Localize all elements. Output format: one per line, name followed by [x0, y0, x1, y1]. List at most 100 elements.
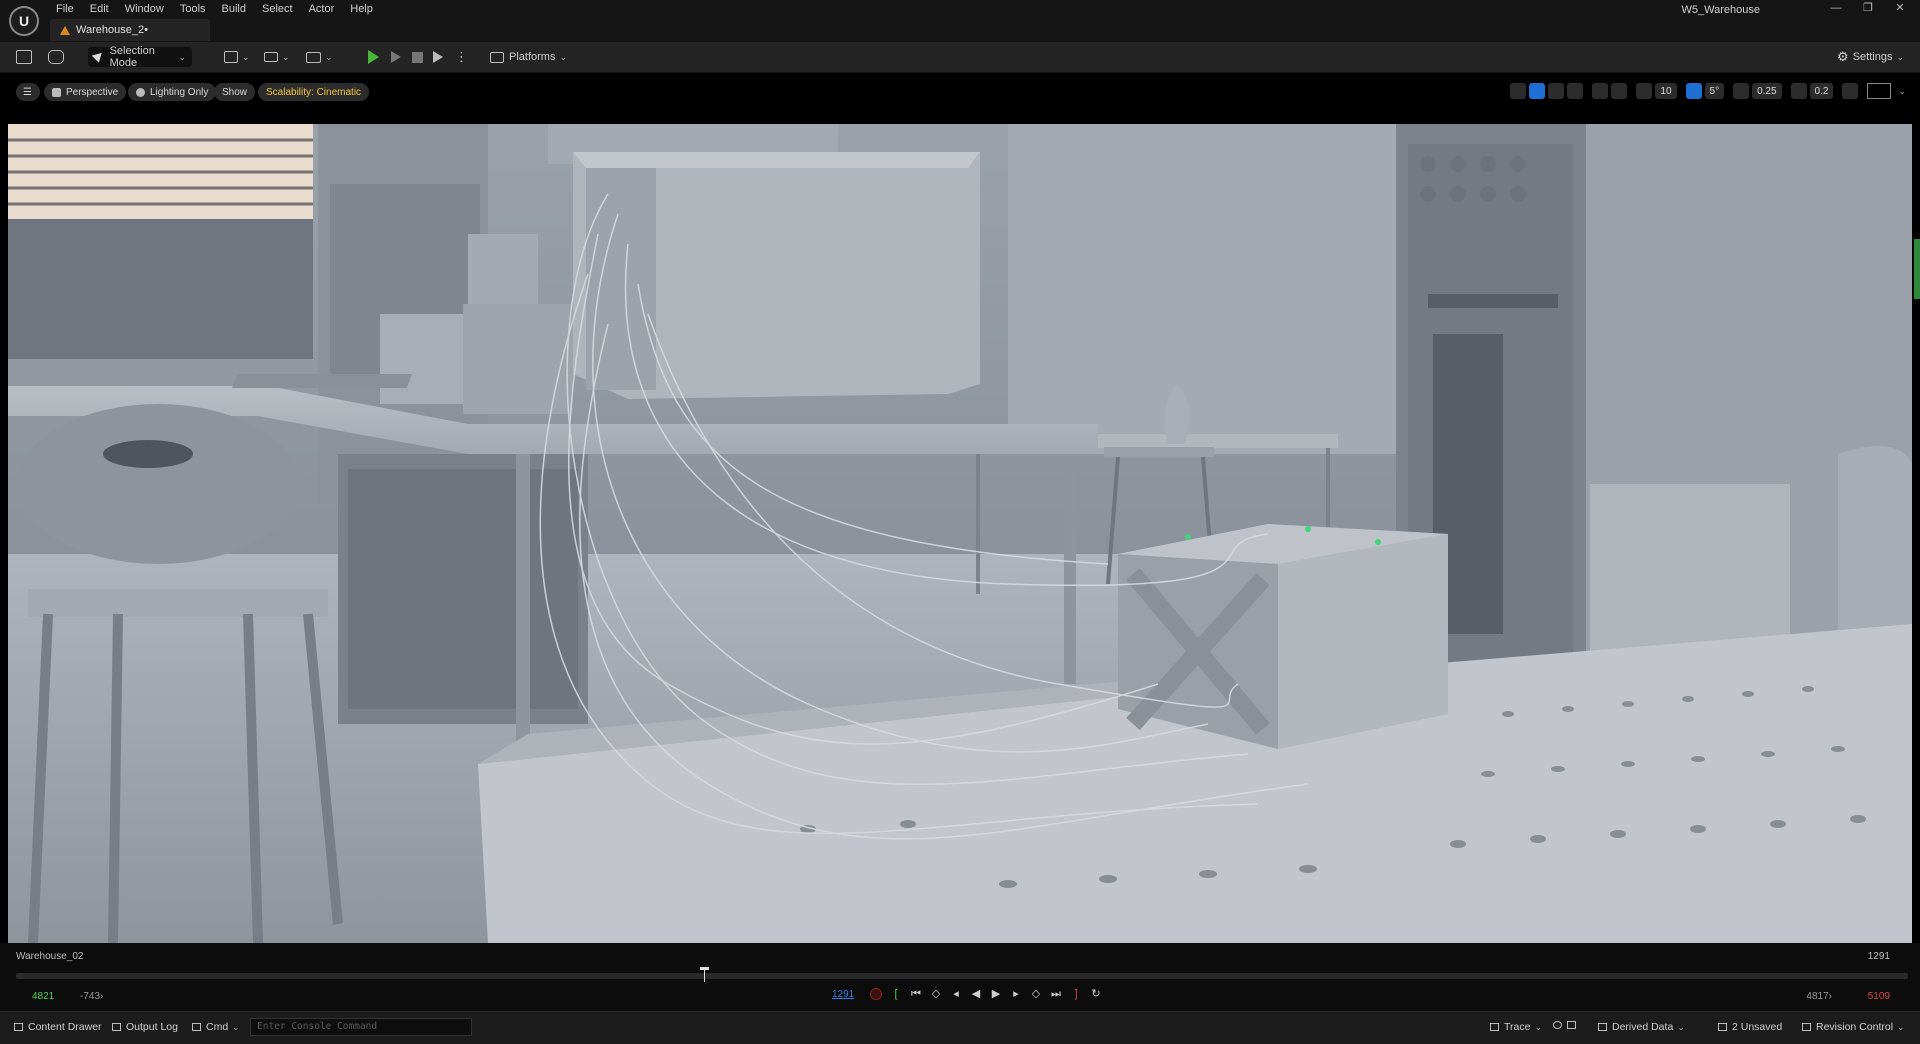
viewport-menu-button[interactable]: ☰: [16, 83, 40, 101]
playback-range-out[interactable]: 5109: [1868, 991, 1890, 1002]
cursor-icon: [94, 51, 103, 63]
title-bar: U File Edit Window Tools Build Select Ac…: [0, 0, 1920, 42]
scalability-badge[interactable]: Scalability: Cinematic: [258, 83, 370, 101]
chevron-down-icon: ⌄: [178, 51, 186, 62]
view-range-start[interactable]: -743›: [80, 991, 103, 1002]
status-bar: Content Drawer Output Log Cmd ⌄ Enter Co…: [0, 1011, 1920, 1044]
translate-tool-icon[interactable]: [1529, 83, 1546, 99]
revision-control-dropdown[interactable]: Revision Control ⌄: [1802, 1021, 1905, 1033]
cinematics-button[interactable]: ⌄: [306, 47, 333, 67]
blueprint-button[interactable]: ⌄: [264, 47, 290, 67]
menu-bar: File Edit Window Tools Build Select Acto…: [48, 0, 381, 17]
view-range-end[interactable]: 4817›: [1806, 991, 1832, 1002]
step-back-icon[interactable]: ◂: [950, 987, 962, 1001]
play-button[interactable]: [368, 47, 379, 67]
grid-snap-value[interactable]: 10: [1655, 83, 1677, 99]
step-button[interactable]: [391, 47, 401, 67]
camera-speed-icon[interactable]: [1790, 83, 1807, 99]
scale-tool-icon[interactable]: [1567, 83, 1584, 99]
output-log-icon: [112, 1023, 121, 1031]
menu-actor[interactable]: Actor: [301, 0, 343, 17]
output-log-button[interactable]: Output Log: [112, 1021, 178, 1033]
prev-key-icon[interactable]: ◇: [930, 987, 942, 1001]
menu-help[interactable]: Help: [342, 0, 381, 17]
jump-to-start-icon[interactable]: ⏮: [910, 987, 922, 1001]
platforms-dropdown[interactable]: Platforms ⌄: [490, 47, 567, 67]
chevron-down-icon: ⌄: [1897, 1021, 1905, 1032]
rotation-snap-icon[interactable]: [1685, 83, 1702, 99]
project-name: W5_Warehouse: [1681, 4, 1760, 16]
camera-speed-value[interactable]: 0.2: [1809, 83, 1834, 99]
sequence-end-frame: 1291: [1867, 951, 1890, 962]
record-trace-icon: [1553, 1021, 1562, 1029]
console-input[interactable]: Enter Console Command: [250, 1018, 472, 1036]
close-button[interactable]: ✕: [1884, 0, 1916, 17]
menu-file[interactable]: File: [48, 0, 82, 17]
settings-dropdown[interactable]: ⚙ Settings ⌄: [1837, 47, 1904, 67]
menu-build[interactable]: Build: [214, 0, 254, 17]
save-button[interactable]: [16, 47, 32, 67]
scalability-label: Scalability: Cinematic: [266, 86, 362, 98]
timeline-track[interactable]: [16, 973, 1908, 979]
play-forward-icon[interactable]: ▶: [990, 987, 1002, 1001]
menu-edit[interactable]: Edit: [82, 0, 117, 17]
playhead[interactable]: [700, 967, 709, 982]
rotation-snap-value[interactable]: 5°: [1704, 83, 1725, 99]
jump-to-end-icon[interactable]: ⏭: [1050, 987, 1062, 1001]
selection-mode-dropdown[interactable]: Selection Mode ⌄: [88, 45, 192, 69]
scale-snap-icon[interactable]: [1733, 83, 1750, 99]
document-tab[interactable]: Warehouse_2•: [50, 19, 210, 41]
derived-data-dropdown[interactable]: Derived Data ⌄: [1598, 1021, 1685, 1033]
show-label: Show: [222, 86, 248, 98]
launch-options-button[interactable]: [433, 47, 443, 67]
add-actor-button[interactable]: ⌄: [224, 47, 250, 67]
select-tool-icon[interactable]: [1510, 83, 1527, 99]
chevron-down-icon: ⌄: [282, 51, 290, 62]
content-drawer-button[interactable]: Content Drawer: [14, 1021, 102, 1033]
unsaved-button[interactable]: 2 Unsaved: [1718, 1021, 1782, 1033]
step-forward-icon[interactable]: ▸: [1010, 987, 1022, 1001]
current-frame[interactable]: 1291: [832, 989, 854, 1000]
minimize-button[interactable]: —: [1820, 0, 1852, 17]
cmd-dropdown[interactable]: Cmd ⌄: [192, 1021, 240, 1033]
perspective-dropdown[interactable]: Perspective: [44, 83, 127, 101]
maximize-viewport-icon[interactable]: [1842, 83, 1859, 99]
viewport-layout-icon[interactable]: [1867, 83, 1892, 99]
world-space-icon[interactable]: [1592, 83, 1609, 99]
view-mode-dropdown[interactable]: Lighting Only: [128, 83, 217, 101]
menu-tools[interactable]: Tools: [172, 0, 214, 17]
viewport-toolbar: ☰ Perspective Lighting Only Show Scalabi…: [0, 73, 1920, 124]
grid-snap-icon[interactable]: [1636, 83, 1653, 99]
unsaved-label: 2 Unsaved: [1732, 1021, 1783, 1033]
record-icon[interactable]: [870, 988, 882, 1000]
add-cube-icon: [224, 51, 238, 63]
scale-snap-value[interactable]: 0.25: [1752, 83, 1782, 99]
restore-button[interactable]: ❐: [1852, 0, 1884, 17]
play-reverse-icon[interactable]: ◀: [970, 987, 982, 1001]
stop-button[interactable]: [412, 47, 423, 67]
next-key-icon[interactable]: ◇: [1030, 987, 1042, 1001]
surface-snap-icon[interactable]: [1611, 83, 1628, 99]
perspective-icon: [52, 87, 61, 97]
level-viewport[interactable]: ☰ Perspective Lighting Only Show Scalabi…: [0, 73, 1920, 943]
settings-label: Settings: [1852, 51, 1893, 63]
derived-data-icon: [1598, 1023, 1607, 1031]
derived-data-label: Derived Data: [1612, 1021, 1674, 1033]
chevron-down-icon[interactable]: ⌄: [1898, 86, 1906, 97]
rotate-tool-icon[interactable]: [1548, 83, 1565, 99]
trace-dropdown[interactable]: Trace ⌄: [1490, 1021, 1542, 1033]
menu-select[interactable]: Select: [254, 0, 301, 17]
menu-window[interactable]: Window: [117, 0, 172, 17]
browse-button[interactable]: [48, 47, 64, 67]
more-options-button[interactable]: ⋮: [455, 47, 468, 67]
level-icon: [60, 25, 70, 35]
set-start-icon[interactable]: [: [890, 987, 902, 1001]
main-toolbar: Selection Mode ⌄ ⌄ ⌄ ⌄ ⋮ Platforms ⌄ ⚙ S…: [0, 42, 1920, 73]
unreal-logo-icon[interactable]: U: [9, 6, 39, 36]
playback-range-in[interactable]: 4821: [32, 991, 54, 1002]
scene-render[interactable]: [8, 124, 1912, 943]
show-dropdown[interactable]: Show: [214, 83, 256, 101]
loop-icon[interactable]: ↻: [1090, 987, 1102, 1001]
record-trace-button[interactable]: [1553, 1021, 1581, 1029]
set-end-icon[interactable]: ]: [1070, 987, 1082, 1001]
